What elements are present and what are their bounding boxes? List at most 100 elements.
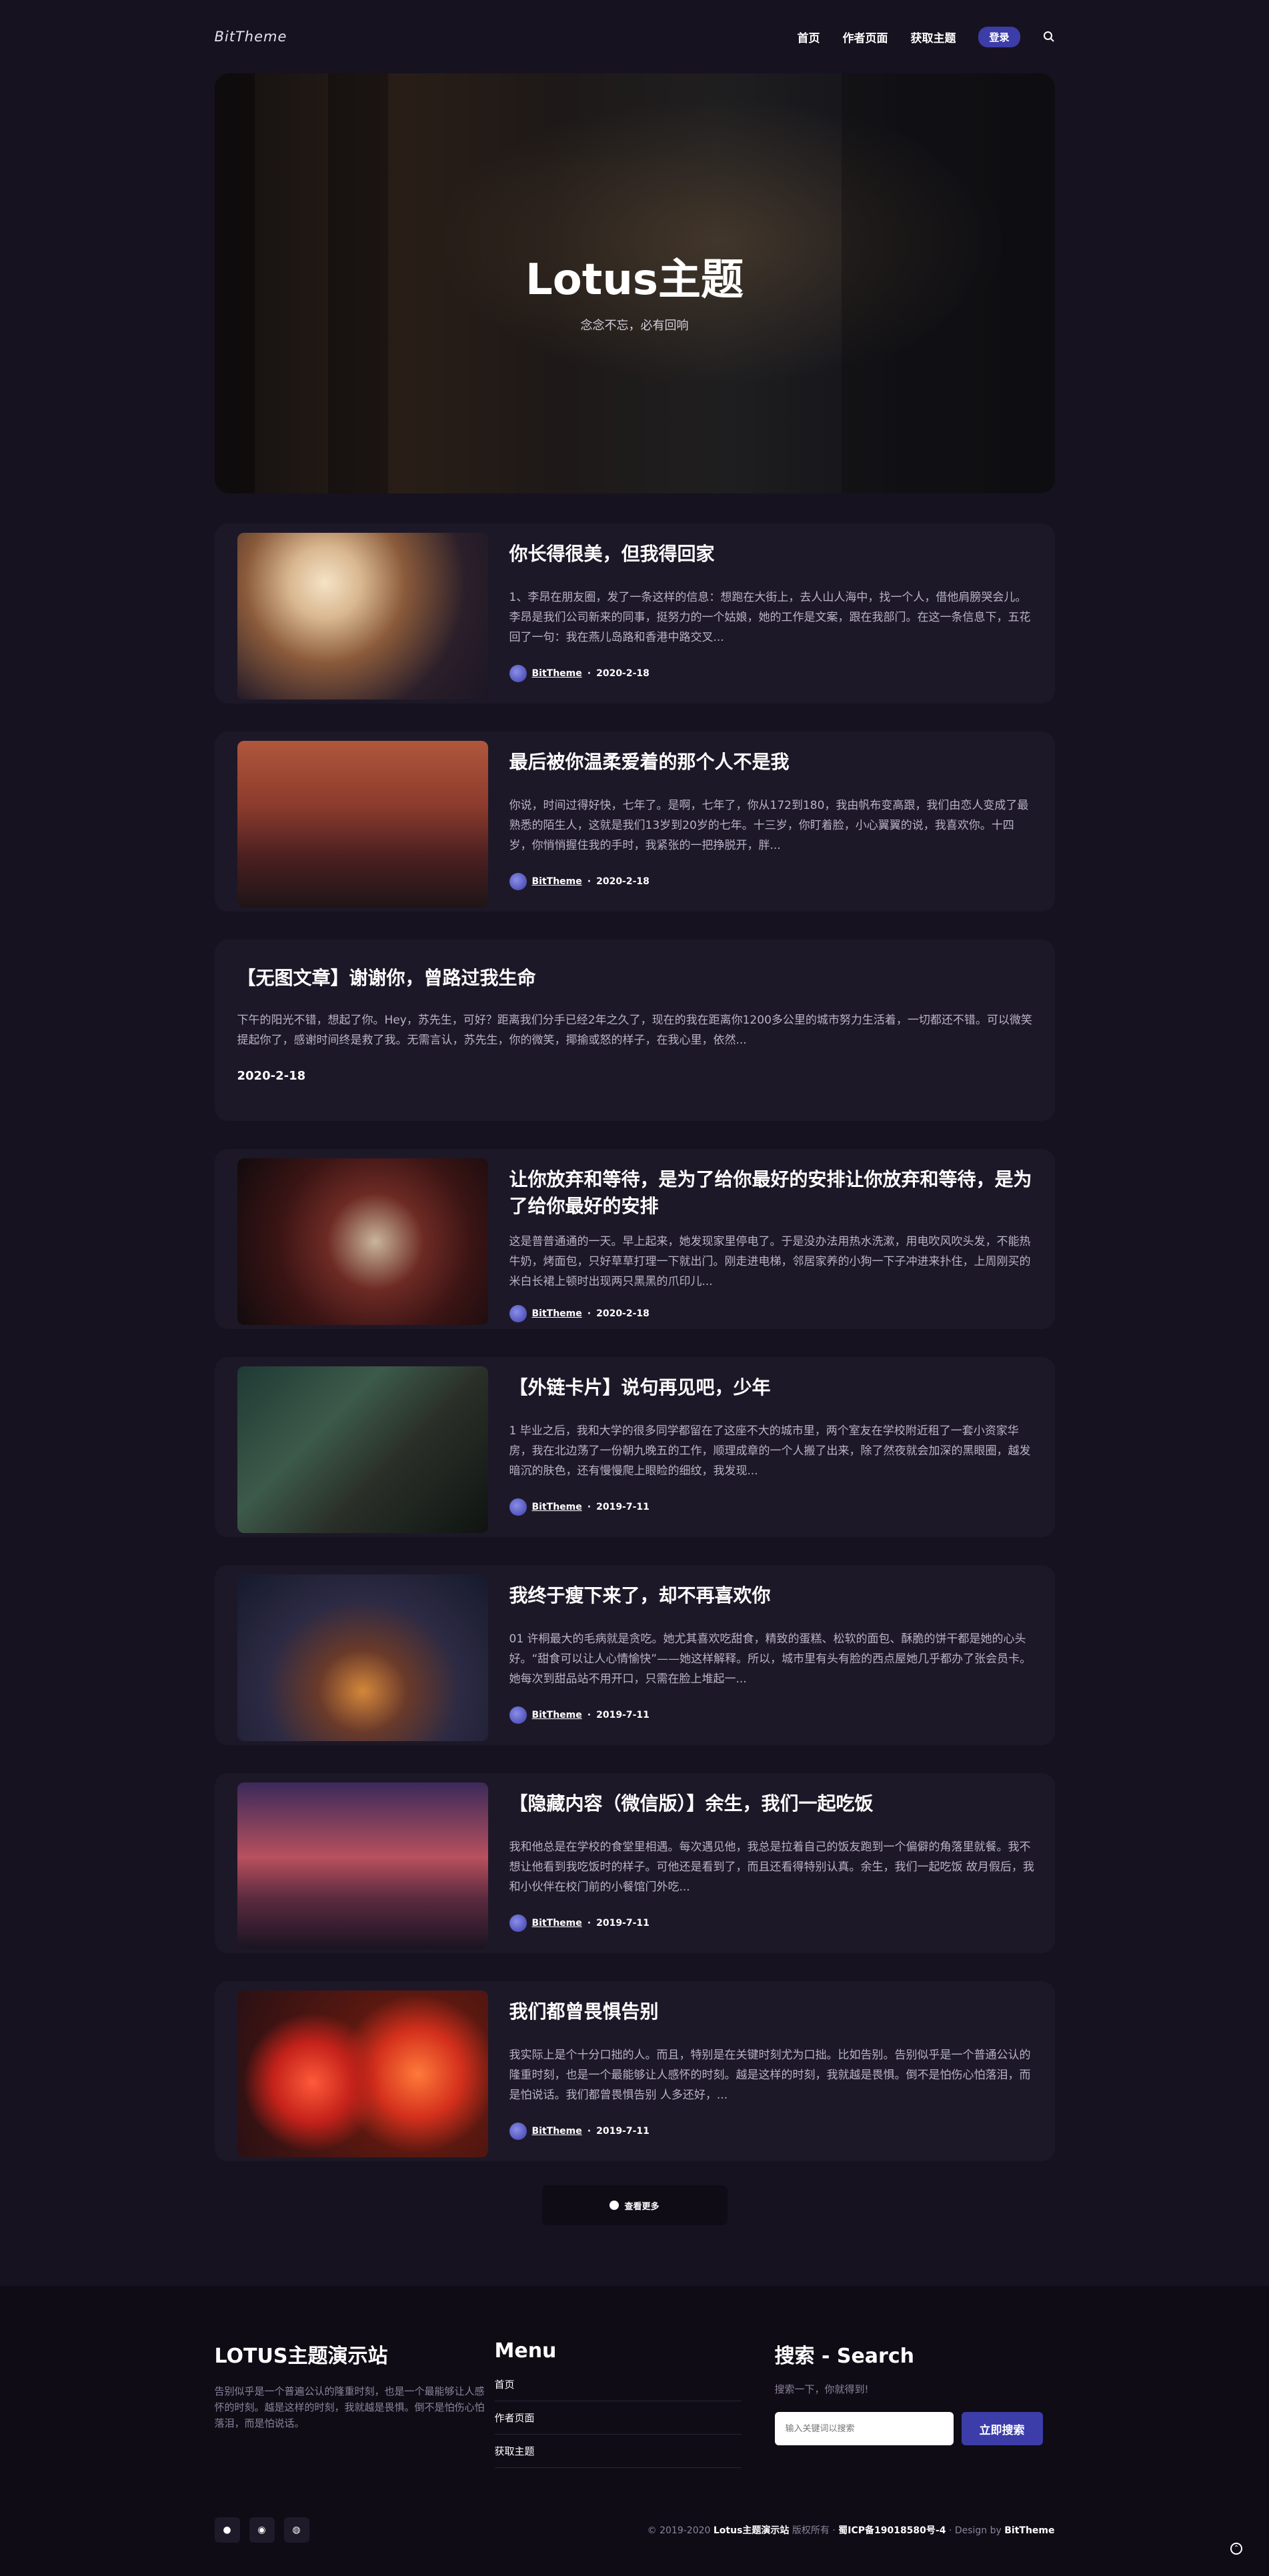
avatar	[509, 1498, 527, 1516]
avatar	[509, 1706, 527, 1724]
post-thumbnail[interactable]	[237, 1158, 488, 1325]
post-title[interactable]: 让你放弃和等待，是为了给你最好的安排让你放弃和等待，是为了给你最好的安排	[509, 1166, 1035, 1220]
post-date: 2020-2-18	[596, 668, 650, 679]
post-thumbnail[interactable]	[237, 533, 488, 700]
post-excerpt: 1 毕业之后，我和大学的很多同学都留在了这座不大的城市里，两个室友在学校附近租了…	[509, 1424, 1031, 1478]
avatar	[509, 665, 527, 682]
post-date: 2019-7-11	[596, 1918, 650, 1928]
footer-search-title: 搜索 - Search	[774, 2345, 914, 2368]
post-thumbnail[interactable]	[237, 1991, 488, 2157]
load-more-label: 查看更多	[624, 2201, 660, 2212]
icp-link[interactable]: 蜀ICP备19018580号-4	[838, 2525, 946, 2536]
post-card[interactable]: 【隐藏内容（微信版）】余生，我们一起吃饭 我和他总是在学校的食堂里相遇。每次遇见…	[214, 1773, 1055, 1953]
post-date: 2019-7-11	[596, 2126, 650, 2137]
post-title[interactable]: 【隐藏内容（微信版）】余生，我们一起吃饭	[509, 1790, 1035, 1817]
post-meta: BitTheme · 2019-7-11	[509, 1498, 1035, 1516]
post-excerpt: 这是普普通通的一天。早上起来，她发现家里停电了。于是没办法用热水洗漱，用电吹风吹…	[509, 1235, 1031, 1288]
post-title[interactable]: 我终于瘦下来了，却不再喜欢你	[509, 1582, 1035, 1609]
post-title[interactable]: 【外链卡片】说句再见吧，少年	[509, 1374, 1035, 1401]
footer-menu: Menu 首页 作者页面 获取主题	[494, 2339, 775, 2477]
load-more-button[interactable]: 查看更多	[541, 2185, 728, 2225]
copyright-site[interactable]: Lotus主题演示站	[714, 2525, 790, 2536]
post-excerpt: 下午的阳光不错，想起了你。Hey，苏先生，可好？距离我们分手已经2年之久了，现在…	[237, 1014, 1032, 1047]
post-thumbnail[interactable]	[237, 741, 488, 908]
footer-site-title: LOTUS主题演示站	[214, 2345, 388, 2368]
nav-home[interactable]: 首页	[797, 29, 820, 45]
load-more-icon	[609, 2201, 619, 2210]
post-date: 2019-7-11	[596, 1710, 650, 1720]
post-title[interactable]: 最后被你温柔爱着的那个人不是我	[509, 749, 1035, 776]
nav-author[interactable]: 作者页面	[842, 29, 888, 45]
back-to-top-icon[interactable]: ⌃	[1230, 2543, 1242, 2555]
post-meta: BitTheme · 2019-7-11	[509, 2123, 1035, 2140]
post-card[interactable]: 【无图文章】谢谢你，曾路过我生命 下午的阳光不错，想起了你。Hey，苏先生，可好…	[214, 940, 1055, 1121]
weibo-icon[interactable]: ◍	[283, 2517, 309, 2543]
post-card[interactable]: 我终于瘦下来了，却不再喜欢你 01 许桐最大的毛病就是贪吃。她尤其喜欢吃甜食，精…	[214, 1565, 1055, 1745]
post-date: 2020-2-18	[237, 1069, 306, 1083]
post-thumbnail[interactable]	[237, 1366, 488, 1533]
post-meta: BitTheme · 2019-7-11	[509, 1706, 1035, 1724]
avatar	[509, 1914, 527, 1932]
post-author[interactable]: BitTheme	[532, 2126, 582, 2137]
post-card[interactable]: 你长得很美，但我得回家 1、李昂在朋友圈，发了一条这样的信息：想跑在大街上，去人…	[214, 523, 1055, 704]
avatar	[509, 2123, 527, 2140]
post-author[interactable]: BitTheme	[532, 668, 582, 679]
nav-get-theme[interactable]: 获取主题	[910, 29, 956, 45]
post-card[interactable]: 让你放弃和等待，是为了给你最好的安排让你放弃和等待，是为了给你最好的安排 这是普…	[214, 1149, 1055, 1329]
post-card[interactable]: 【外链卡片】说句再见吧，少年 1 毕业之后，我和大学的很多同学都留在了这座不大的…	[214, 1357, 1055, 1537]
post-excerpt: 我实际上是个十分口拙的人。而且，特别是在关键时刻尤为口拙。比如告别。告别似乎是一…	[509, 2049, 1031, 2102]
post-author[interactable]: BitTheme	[532, 876, 582, 887]
copyright-prefix: © 2019-2020	[647, 2525, 711, 2536]
site-header: BitTheme 首页 作者页面 获取主题 登录	[215, 0, 1055, 73]
post-card[interactable]: 我们都曾畏惧告别 我实际上是个十分口拙的人。而且，特别是在关键时刻尤为口拙。比如…	[214, 1981, 1055, 2161]
meta-separator-icon: ·	[587, 1710, 591, 1720]
footer-search-sub: 搜索一下，你就得到!	[774, 2383, 869, 2395]
post-title[interactable]: 你长得很美，但我得回家	[509, 541, 1035, 567]
footer-search: 搜索 - Search 搜索一下，你就得到! 立即搜索	[774, 2339, 1055, 2477]
meta-separator-icon: ·	[587, 2126, 591, 2137]
wechat-icon[interactable]: ◉	[249, 2517, 275, 2543]
design-by-label: · Design by	[948, 2525, 1002, 2536]
copyright-rights: 版权所有 ·	[792, 2525, 836, 2536]
hero-title: Lotus主题	[525, 255, 744, 305]
login-button[interactable]: 登录	[978, 26, 1020, 47]
meta-separator-icon: ·	[587, 1502, 591, 1512]
footer-about: LOTUS主题演示站 告别似乎是一个普遍公认的隆重时刻，也是一个最能够让人感怀的…	[215, 2339, 495, 2477]
meta-separator-icon: ·	[587, 1918, 591, 1928]
footer-link-home[interactable]: 首页	[494, 2377, 742, 2401]
footer-search-button[interactable]: 立即搜索	[961, 2412, 1043, 2445]
main-nav: 首页 作者页面 获取主题 登录	[797, 26, 1055, 47]
hero-banner: Lotus主题 念念不忘，必有回响	[214, 73, 1055, 493]
site-footer: LOTUS主题演示站 告别似乎是一个普遍公认的隆重时刻，也是一个最能够让人感怀的…	[0, 2286, 1269, 2576]
post-date: 2020-2-18	[596, 1308, 650, 1319]
social-links: ● ◉ ◍	[214, 2517, 309, 2543]
post-date: 2020-2-18	[596, 876, 650, 887]
post-thumbnail[interactable]	[237, 1574, 488, 1741]
footer-search-input[interactable]	[774, 2412, 954, 2445]
post-author[interactable]: BitTheme	[532, 1502, 582, 1512]
post-meta: BitTheme · 2020-2-18	[509, 873, 1035, 890]
meta-separator-icon: ·	[587, 876, 591, 887]
hero-subtitle: 念念不忘，必有回响	[580, 319, 689, 333]
post-excerpt: 1、李昂在朋友圈，发了一条这样的信息：想跑在大街上，去人山人海中，找一个人，借他…	[509, 591, 1031, 644]
post-title[interactable]: 我们都曾畏惧告别	[509, 1999, 1035, 2025]
post-list: 你长得很美，但我得回家 1、李昂在朋友圈，发了一条这样的信息：想跑在大街上，去人…	[214, 523, 1055, 2161]
footer-site-desc: 告别似乎是一个普遍公认的隆重时刻，也是一个最能够让人感怀的时刻。越是这样的时刻，…	[214, 2385, 485, 2429]
post-excerpt: 01 许桐最大的毛病就是贪吃。她尤其喜欢吃甜食，精致的蛋糕、松软的面包、酥脆的饼…	[509, 1632, 1032, 1686]
post-author[interactable]: BitTheme	[532, 1918, 582, 1928]
post-author[interactable]: BitTheme	[532, 1308, 582, 1319]
footer-link-get-theme[interactable]: 获取主题	[494, 2444, 742, 2468]
post-thumbnail[interactable]	[237, 1782, 488, 1949]
designer-link[interactable]: BitTheme	[1004, 2525, 1054, 2536]
footer-link-author[interactable]: 作者页面	[494, 2411, 742, 2435]
meta-separator-icon: ·	[587, 1308, 591, 1319]
site-logo[interactable]: BitTheme	[215, 29, 287, 45]
post-title[interactable]: 【无图文章】谢谢你，曾路过我生命	[237, 965, 1042, 992]
post-author[interactable]: BitTheme	[532, 1710, 582, 1720]
post-card[interactable]: 最后被你温柔爱着的那个人不是我 你说，时间过得好快，七年了。是啊，七年了，你从1…	[214, 732, 1055, 912]
qq-icon[interactable]: ●	[214, 2517, 240, 2543]
footer-menu-title: Menu	[494, 2339, 557, 2363]
avatar	[509, 873, 527, 890]
search-icon[interactable]	[1043, 31, 1055, 43]
post-date: 2019-7-11	[596, 1502, 650, 1512]
